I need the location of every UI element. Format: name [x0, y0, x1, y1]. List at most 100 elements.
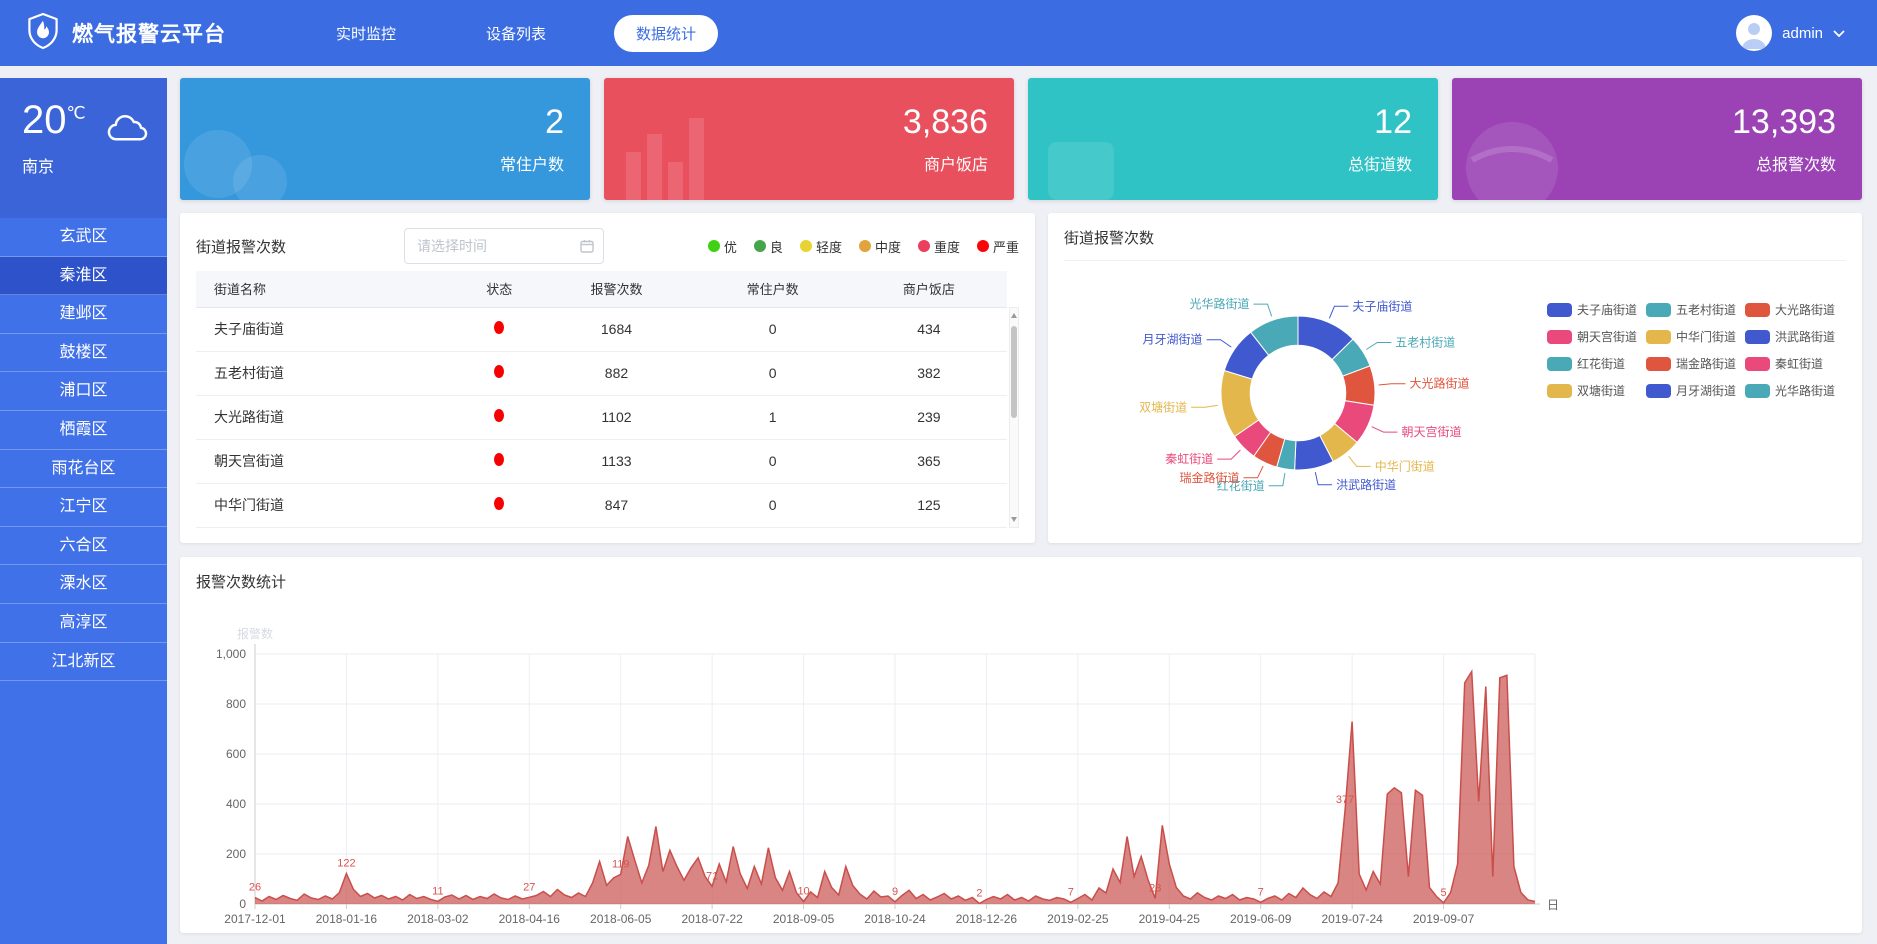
scrollbar-thumb[interactable] [1011, 326, 1017, 418]
donut-legend-瑞金路街道[interactable]: 瑞金路街道 [1646, 355, 1745, 372]
donut-legend-光华路街道[interactable]: 光华路街道 [1745, 382, 1844, 399]
donut-slice-label: 朝天宫街道 [1402, 424, 1462, 439]
avatar [1736, 15, 1772, 51]
sidebar-item-溧水区[interactable]: 溧水区 [0, 565, 167, 604]
nav-item-设备列表[interactable]: 设备列表 [464, 15, 568, 52]
stat-card-总街道数[interactable]: 12总街道数 [1028, 78, 1438, 200]
legend-swatch [1547, 357, 1572, 371]
scrollbar-up-arrow-icon[interactable] [1011, 313, 1017, 318]
donut-legend-朝天宫街道[interactable]: 朝天宫街道 [1547, 328, 1646, 345]
cloud-icon [105, 112, 151, 150]
legend-swatch [1646, 303, 1671, 317]
x-tick-label: 2017-12-01 [224, 912, 286, 924]
donut-label-line [1254, 304, 1272, 316]
table-row[interactable]: 朝天宫街道11330365 [196, 439, 1007, 483]
donut-slice-label: 大光路街道 [1410, 376, 1470, 391]
severity-legend-良[interactable]: 良 [754, 237, 783, 256]
donut-slice-label: 双塘街道 [1139, 399, 1187, 414]
bar-chart-icon [604, 78, 734, 200]
status-dot-icon [494, 409, 504, 422]
donut-legend-大光路街道[interactable]: 大光路街道 [1745, 301, 1844, 318]
stat-card-商户饭店[interactable]: 3,836商户饭店 [604, 78, 1014, 200]
calendar-icon [580, 239, 594, 258]
sidebar-item-江宁区[interactable]: 江宁区 [0, 488, 167, 527]
table-row[interactable]: 中华门街道8470125 [196, 483, 1007, 527]
table-column-header: 街道名称 [196, 271, 460, 307]
donut-label-line [1372, 427, 1398, 432]
district-list: 玄武区秦淮区建邺区鼓楼区浦口区栖霞区雨花台区江宁区六合区溧水区高淳区江北新区 [0, 218, 167, 681]
donut-legend-双塘街道[interactable]: 双塘街道 [1547, 382, 1646, 399]
legend-label: 中华门街道 [1676, 328, 1736, 345]
legend-label: 双塘街道 [1577, 382, 1625, 399]
x-axis-unit: 日 [1547, 898, 1559, 912]
date-picker-input[interactable] [417, 238, 577, 254]
y-tick-label: 800 [226, 697, 246, 711]
table-scrollbar[interactable] [1009, 307, 1019, 528]
sidebar-item-秦淮区[interactable]: 秦淮区 [0, 257, 167, 296]
data-point-label: 2 [976, 888, 982, 900]
data-point-label: 27 [523, 881, 535, 893]
sidebar-item-鼓楼区[interactable]: 鼓楼区 [0, 334, 167, 373]
sidebar-item-高淳区[interactable]: 高淳区 [0, 604, 167, 643]
legend-label: 红花街道 [1577, 355, 1625, 372]
x-tick-label: 2019-04-25 [1139, 912, 1201, 924]
navbar: 燃气报警云平台 实时监控 设备列表 数据统计 admin [0, 0, 1877, 66]
donut-legend-秦虹街道[interactable]: 秦虹街道 [1745, 355, 1844, 372]
trend-area-chart[interactable]: 02004006008001,0002017-12-012018-01-1620… [196, 592, 1846, 929]
table-row[interactable]: 五老村街道8820382 [196, 351, 1007, 395]
severity-legend-严重[interactable]: 严重 [977, 237, 1019, 256]
donut-legend-洪武路街道[interactable]: 洪武路街道 [1745, 328, 1844, 345]
data-point-label: 71 [706, 870, 718, 882]
stat-card-label: 商户饭店 [924, 151, 988, 175]
stat-card-value: 13,393 [1732, 103, 1836, 142]
severity-label: 重度 [934, 237, 960, 256]
city-name: 南京 [22, 153, 167, 177]
stat-card-总报警次数[interactable]: 13,393总报警次数 [1452, 78, 1862, 200]
legend-label: 大光路街道 [1775, 301, 1835, 318]
donut-legend-夫子庙街道[interactable]: 夫子庙街道 [1547, 301, 1646, 318]
scrollbar-down-arrow-icon[interactable] [1011, 517, 1017, 522]
nav-item-实时监控[interactable]: 实时监控 [314, 15, 418, 52]
main-content: 2常住户数3,836商户饭店12总街道数13,393总报警次数 街道报警次数 [180, 78, 1862, 933]
street-table: 街道名称状态报警次数常住户数商户饭店 夫子庙街道16840434五老村街道882… [196, 271, 1007, 528]
severity-legend-重度[interactable]: 重度 [918, 237, 960, 256]
donut-slice-label: 瑞金路街道 [1179, 470, 1239, 485]
globe-icon [1452, 78, 1582, 200]
severity-legend-中度[interactable]: 中度 [859, 237, 901, 256]
legend-label: 夫子庙街道 [1577, 301, 1637, 318]
donut-label-line [1329, 306, 1348, 318]
table-column-header: 商户饭店 [851, 271, 1007, 307]
sidebar-item-浦口区[interactable]: 浦口区 [0, 372, 167, 411]
y-axis-name: 报警数 [237, 626, 273, 641]
app-title: 燃气报警云平台 [72, 18, 226, 48]
donut-legend-红花街道[interactable]: 红花街道 [1547, 355, 1646, 372]
sidebar-item-六合区[interactable]: 六合区 [0, 527, 167, 566]
data-point-label: 26 [249, 882, 261, 894]
user-menu[interactable]: admin [1736, 15, 1845, 51]
table-row[interactable]: 大光路街道11021239 [196, 395, 1007, 439]
x-tick-label: 2018-04-16 [499, 912, 561, 924]
donut-slice-label: 五老村街道 [1395, 335, 1455, 349]
sidebar-item-江北新区[interactable]: 江北新区 [0, 643, 167, 682]
y-tick-label: 1,000 [216, 647, 246, 661]
x-tick-label: 2018-03-02 [407, 912, 469, 924]
date-picker[interactable] [404, 228, 604, 264]
donut-legend-五老村街道[interactable]: 五老村街道 [1646, 301, 1745, 318]
sidebar-item-雨花台区[interactable]: 雨花台区 [0, 450, 167, 489]
severity-legend-优[interactable]: 优 [708, 237, 737, 256]
stat-card-常住户数[interactable]: 2常住户数 [180, 78, 590, 200]
severity-dot-icon [708, 240, 720, 252]
donut-panel-title: 街道报警次数 [1064, 227, 1846, 261]
donut-label-line [1191, 405, 1218, 407]
sidebar-item-栖霞区[interactable]: 栖霞区 [0, 411, 167, 450]
sidebar-item-建邺区[interactable]: 建邺区 [0, 295, 167, 334]
cell-merchants: 365 [851, 439, 1007, 483]
severity-legend-轻度[interactable]: 轻度 [800, 237, 842, 256]
table-row[interactable]: 夫子庙街道16840434 [196, 307, 1007, 351]
donut-legend-月牙湖街道[interactable]: 月牙湖街道 [1646, 382, 1745, 399]
donut-legend-中华门街道[interactable]: 中华门街道 [1646, 328, 1745, 345]
nav-item-数据统计[interactable]: 数据统计 [614, 15, 718, 52]
trend-svg: 02004006008001,0002017-12-012018-01-1620… [196, 592, 1846, 924]
sidebar-item-玄武区[interactable]: 玄武区 [0, 218, 167, 257]
y-tick-label: 200 [226, 847, 246, 861]
